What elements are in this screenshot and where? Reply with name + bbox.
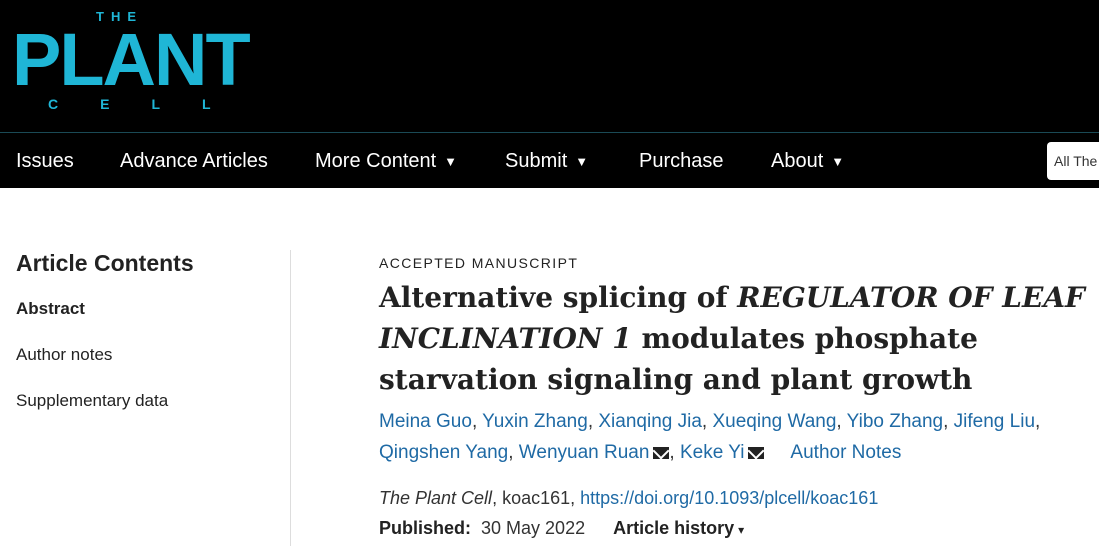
plant-cell-logo[interactable]: THE PLANT CELL	[12, 8, 251, 118]
nav-advance-articles[interactable]: Advance Articles	[120, 133, 268, 189]
journal-name: The Plant Cell	[379, 488, 493, 508]
author-link[interactable]: Yibo Zhang	[847, 411, 943, 432]
title-part-1: Alternative splicing of	[379, 281, 738, 314]
nav-issues[interactable]: Issues	[16, 133, 74, 189]
sidebar-item-supplementary-data[interactable]: Supplementary data	[16, 378, 276, 424]
logo-cell-text: CELL	[48, 96, 253, 112]
author-link[interactable]: Xueqing Wang	[712, 411, 836, 432]
chevron-down-icon: ▼	[575, 154, 589, 169]
nav-advance-label: Advance Articles	[120, 150, 268, 172]
citation-line: The Plant Cell, koac161, https://doi.org…	[379, 483, 1099, 513]
publication-row: Published: 30 May 2022 Article history ▾	[379, 513, 1099, 543]
article-history-toggle[interactable]: Article history ▾	[613, 518, 744, 538]
sidebar-item-abstract[interactable]: Abstract	[16, 286, 276, 332]
nav-about-label: About	[771, 150, 824, 172]
author-link[interactable]: Wenyuan Ruan	[519, 442, 650, 463]
published-date: 30 May 2022	[481, 518, 586, 538]
sidebar-title: Article Contents	[16, 250, 194, 276]
author-link[interactable]: Keke Yi	[680, 442, 744, 463]
nav-purchase[interactable]: Purchase	[639, 133, 724, 189]
article-type-label: ACCEPTED MANUSCRIPT	[379, 255, 579, 271]
nav-submit-label: Submit	[505, 150, 568, 172]
citation-id: , koac161,	[492, 488, 581, 508]
published-label: Published:	[379, 518, 472, 538]
article-contents-sidebar: Article Contents Abstract Author notes S…	[16, 250, 276, 424]
nav-about[interactable]: About ▼	[771, 133, 844, 189]
article-title: Alternative splicing of REGULATOR OF LEA…	[379, 277, 1099, 400]
author-link[interactable]: Yuxin Zhang	[482, 411, 588, 432]
main-nav: Issues Advance Articles More Content ▼ Su…	[0, 132, 1099, 188]
doi-link[interactable]: https://doi.org/10.1093/plcell/koac161	[580, 488, 878, 508]
author-link[interactable]: Xianqing Jia	[598, 411, 702, 432]
nav-issues-label: Issues	[16, 150, 74, 172]
sidebar-divider	[290, 250, 291, 546]
search-scope-select[interactable]: All The	[1047, 142, 1099, 180]
article-header: ACCEPTED MANUSCRIPT Alternative splicing…	[379, 255, 1099, 543]
author-link[interactable]: Qingshen Yang	[379, 442, 508, 463]
nav-purchase-label: Purchase	[639, 150, 724, 172]
nav-more-label: More Content	[315, 150, 437, 172]
author-link[interactable]: Meina Guo	[379, 411, 472, 432]
envelope-icon[interactable]	[748, 447, 765, 459]
author-list: Meina Guo, Yuxin Zhang, Xianqing Jia, Xu…	[379, 411, 1041, 463]
author-notes-link[interactable]: Author Notes	[790, 442, 901, 463]
nav-submit[interactable]: Submit ▼	[505, 133, 588, 189]
article-history-label: Article history	[613, 518, 735, 538]
author-link[interactable]: Jifeng Liu	[954, 411, 1035, 432]
caret-down-icon: ▾	[738, 523, 745, 537]
logo-plant-text: PLANT	[12, 18, 251, 101]
chevron-down-icon: ▼	[444, 154, 458, 169]
nav-more-content[interactable]: More Content ▼	[315, 133, 457, 189]
chevron-down-icon: ▼	[831, 154, 845, 169]
envelope-icon[interactable]	[653, 447, 670, 459]
sidebar-item-author-notes[interactable]: Author notes	[16, 332, 276, 378]
site-header: THE PLANT CELL	[0, 0, 1099, 132]
